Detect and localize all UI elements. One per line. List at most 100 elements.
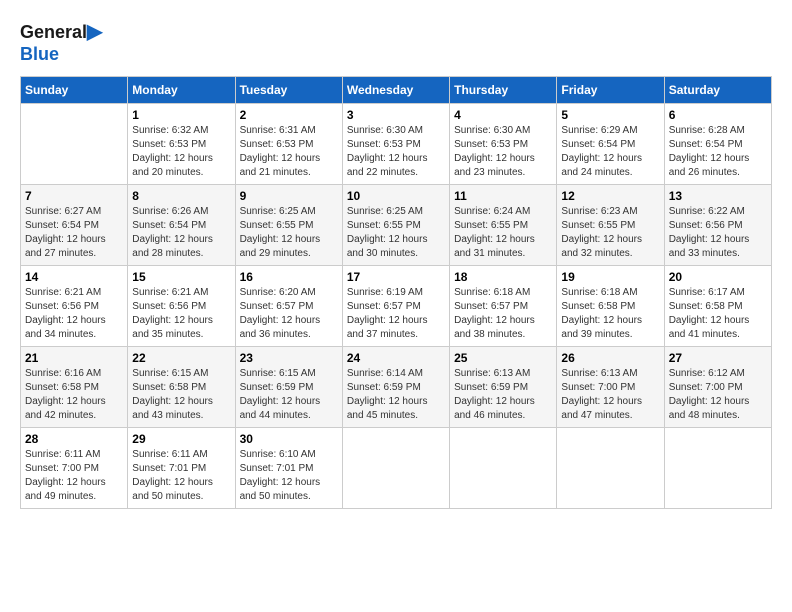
day-cell xyxy=(450,427,557,508)
day-cell: 30Sunrise: 6:10 AM Sunset: 7:01 PM Dayli… xyxy=(235,427,342,508)
day-number: 29 xyxy=(132,432,230,446)
day-info: Sunrise: 6:30 AM Sunset: 6:53 PM Dayligh… xyxy=(454,124,552,180)
day-cell: 21Sunrise: 6:16 AM Sunset: 6:58 PM Dayli… xyxy=(21,346,128,427)
day-cell: 7 Sunrise: 6:27 AM Sunset: 6:54 PM Daylig… xyxy=(21,184,128,265)
day-info: Sunrise: 6:17 AM Sunset: 6:58 PM Dayligh… xyxy=(669,286,767,342)
day-number: 21 xyxy=(25,351,123,365)
day-info: Sunrise: 6:25 AM Sunset: 6:55 PM Dayligh… xyxy=(240,205,338,261)
weekday-header-row: SundayMondayTuesdayWednesdayThursdayFrid… xyxy=(21,76,772,103)
day-cell: 25 Sunrise: 6:13 AM Sunset: 6:59 PM Dayli… xyxy=(450,346,557,427)
day-number: 7 xyxy=(25,189,123,203)
day-cell: 22 Sunrise: 6:15 AM Sunset: 6:58 PM Dayli… xyxy=(128,346,235,427)
week-row-4: 21Sunrise: 6:16 AM Sunset: 6:58 PM Dayli… xyxy=(21,346,772,427)
day-info: Sunrise: 6:19 AM Sunset: 6:57 PM Dayligh… xyxy=(347,286,445,342)
day-number: 14 xyxy=(25,270,123,284)
day-cell: 1 Sunrise: 6:32 AM Sunset: 6:53 PM Daylig… xyxy=(128,103,235,184)
day-number: 3 xyxy=(347,108,445,122)
day-number: 25 xyxy=(454,351,552,365)
week-row-1: 1 Sunrise: 6:32 AM Sunset: 6:53 PM Daylig… xyxy=(21,103,772,184)
day-cell: 13 Sunrise: 6:22 AM Sunset: 6:56 PM Dayli… xyxy=(664,184,771,265)
day-number: 18 xyxy=(454,270,552,284)
day-number: 9 xyxy=(240,189,338,203)
day-info: Sunrise: 6:15 AM Sunset: 6:58 PM Dayligh… xyxy=(132,367,230,423)
day-info: Sunrise: 6:13 AM Sunset: 6:59 PM Dayligh… xyxy=(454,367,552,423)
day-number: 12 xyxy=(561,189,659,203)
day-info: Sunrise: 6:25 AM Sunset: 6:55 PM Dayligh… xyxy=(347,205,445,261)
day-number: 28 xyxy=(25,432,123,446)
day-number: 23 xyxy=(240,351,338,365)
day-number: 4 xyxy=(454,108,552,122)
day-number: 11 xyxy=(454,189,552,203)
day-info: Sunrise: 6:18 AM Sunset: 6:57 PM Dayligh… xyxy=(454,286,552,342)
weekday-header-tuesday: Tuesday xyxy=(235,76,342,103)
weekday-header-wednesday: Wednesday xyxy=(342,76,449,103)
day-info: Sunrise: 6:30 AM Sunset: 6:53 PM Dayligh… xyxy=(347,124,445,180)
day-info: Sunrise: 6:32 AM Sunset: 6:53 PM Dayligh… xyxy=(132,124,230,180)
day-cell: 26 Sunrise: 6:13 AM Sunset: 7:00 PM Dayli… xyxy=(557,346,664,427)
day-info: Sunrise: 6:22 AM Sunset: 6:56 PM Dayligh… xyxy=(669,205,767,261)
day-number: 17 xyxy=(347,270,445,284)
day-number: 19 xyxy=(561,270,659,284)
day-info: Sunrise: 6:14 AM Sunset: 6:59 PM Dayligh… xyxy=(347,367,445,423)
day-number: 2 xyxy=(240,108,338,122)
day-cell xyxy=(342,427,449,508)
header: General▶Blue xyxy=(20,20,772,66)
day-cell xyxy=(664,427,771,508)
weekday-header-thursday: Thursday xyxy=(450,76,557,103)
day-cell: 4 Sunrise: 6:30 AM Sunset: 6:53 PM Daylig… xyxy=(450,103,557,184)
day-number: 13 xyxy=(669,189,767,203)
day-number: 10 xyxy=(347,189,445,203)
day-info: Sunrise: 6:13 AM Sunset: 7:00 PM Dayligh… xyxy=(561,367,659,423)
day-info: Sunrise: 6:26 AM Sunset: 6:54 PM Dayligh… xyxy=(132,205,230,261)
day-cell: 16 Sunrise: 6:20 AM Sunset: 6:57 PM Dayli… xyxy=(235,265,342,346)
logo: General▶Blue xyxy=(20,20,102,66)
weekday-header-friday: Friday xyxy=(557,76,664,103)
day-number: 15 xyxy=(132,270,230,284)
day-number: 22 xyxy=(132,351,230,365)
day-info: Sunrise: 6:12 AM Sunset: 7:00 PM Dayligh… xyxy=(669,367,767,423)
day-cell xyxy=(557,427,664,508)
day-info: Sunrise: 6:27 AM Sunset: 6:54 PM Dayligh… xyxy=(25,205,123,261)
day-info: Sunrise: 6:28 AM Sunset: 6:54 PM Dayligh… xyxy=(669,124,767,180)
day-info: Sunrise: 6:20 AM Sunset: 6:57 PM Dayligh… xyxy=(240,286,338,342)
day-cell: 15Sunrise: 6:21 AM Sunset: 6:56 PM Dayli… xyxy=(128,265,235,346)
day-number: 20 xyxy=(669,270,767,284)
day-number: 1 xyxy=(132,108,230,122)
day-cell: 18 Sunrise: 6:18 AM Sunset: 6:57 PM Dayli… xyxy=(450,265,557,346)
day-info: Sunrise: 6:29 AM Sunset: 6:54 PM Dayligh… xyxy=(561,124,659,180)
day-cell: 10 Sunrise: 6:25 AM Sunset: 6:55 PM Dayli… xyxy=(342,184,449,265)
weekday-header-saturday: Saturday xyxy=(664,76,771,103)
day-number: 6 xyxy=(669,108,767,122)
day-info: Sunrise: 6:21 AM Sunset: 6:56 PM Dayligh… xyxy=(25,286,123,342)
day-cell: 27 Sunrise: 6:12 AM Sunset: 7:00 PM Dayli… xyxy=(664,346,771,427)
day-cell: 8 Sunrise: 6:26 AM Sunset: 6:54 PM Daylig… xyxy=(128,184,235,265)
day-number: 30 xyxy=(240,432,338,446)
day-number: 27 xyxy=(669,351,767,365)
day-cell: 23Sunrise: 6:15 AM Sunset: 6:59 PM Dayli… xyxy=(235,346,342,427)
day-cell: 6 Sunrise: 6:28 AM Sunset: 6:54 PM Daylig… xyxy=(664,103,771,184)
day-cell: 9 Sunrise: 6:25 AM Sunset: 6:55 PM Daylig… xyxy=(235,184,342,265)
day-number: 16 xyxy=(240,270,338,284)
day-info: Sunrise: 6:11 AM Sunset: 7:01 PM Dayligh… xyxy=(132,448,230,504)
day-cell: 11 Sunrise: 6:24 AM Sunset: 6:55 PM Dayli… xyxy=(450,184,557,265)
day-cell: 14 Sunrise: 6:21 AM Sunset: 6:56 PM Dayli… xyxy=(21,265,128,346)
day-cell: 19Sunrise: 6:18 AM Sunset: 6:58 PM Dayli… xyxy=(557,265,664,346)
day-cell: 3 Sunrise: 6:30 AM Sunset: 6:53 PM Daylig… xyxy=(342,103,449,184)
day-info: Sunrise: 6:11 AM Sunset: 7:00 PM Dayligh… xyxy=(25,448,123,504)
weekday-header-monday: Monday xyxy=(128,76,235,103)
day-cell: 29 Sunrise: 6:11 AM Sunset: 7:01 PM Dayli… xyxy=(128,427,235,508)
day-info: Sunrise: 6:31 AM Sunset: 6:53 PM Dayligh… xyxy=(240,124,338,180)
day-number: 24 xyxy=(347,351,445,365)
day-cell xyxy=(21,103,128,184)
day-cell: 17 Sunrise: 6:19 AM Sunset: 6:57 PM Dayli… xyxy=(342,265,449,346)
day-cell: 12Sunrise: 6:23 AM Sunset: 6:55 PM Dayli… xyxy=(557,184,664,265)
day-cell: 24 Sunrise: 6:14 AM Sunset: 6:59 PM Dayli… xyxy=(342,346,449,427)
week-row-3: 14 Sunrise: 6:21 AM Sunset: 6:56 PM Dayli… xyxy=(21,265,772,346)
day-cell: 5 Sunrise: 6:29 AM Sunset: 6:54 PM Daylig… xyxy=(557,103,664,184)
day-cell: 28 Sunrise: 6:11 AM Sunset: 7:00 PM Dayli… xyxy=(21,427,128,508)
day-number: 5 xyxy=(561,108,659,122)
day-number: 8 xyxy=(132,189,230,203)
weekday-header-sunday: Sunday xyxy=(21,76,128,103)
day-number: 26 xyxy=(561,351,659,365)
day-info: Sunrise: 6:24 AM Sunset: 6:55 PM Dayligh… xyxy=(454,205,552,261)
